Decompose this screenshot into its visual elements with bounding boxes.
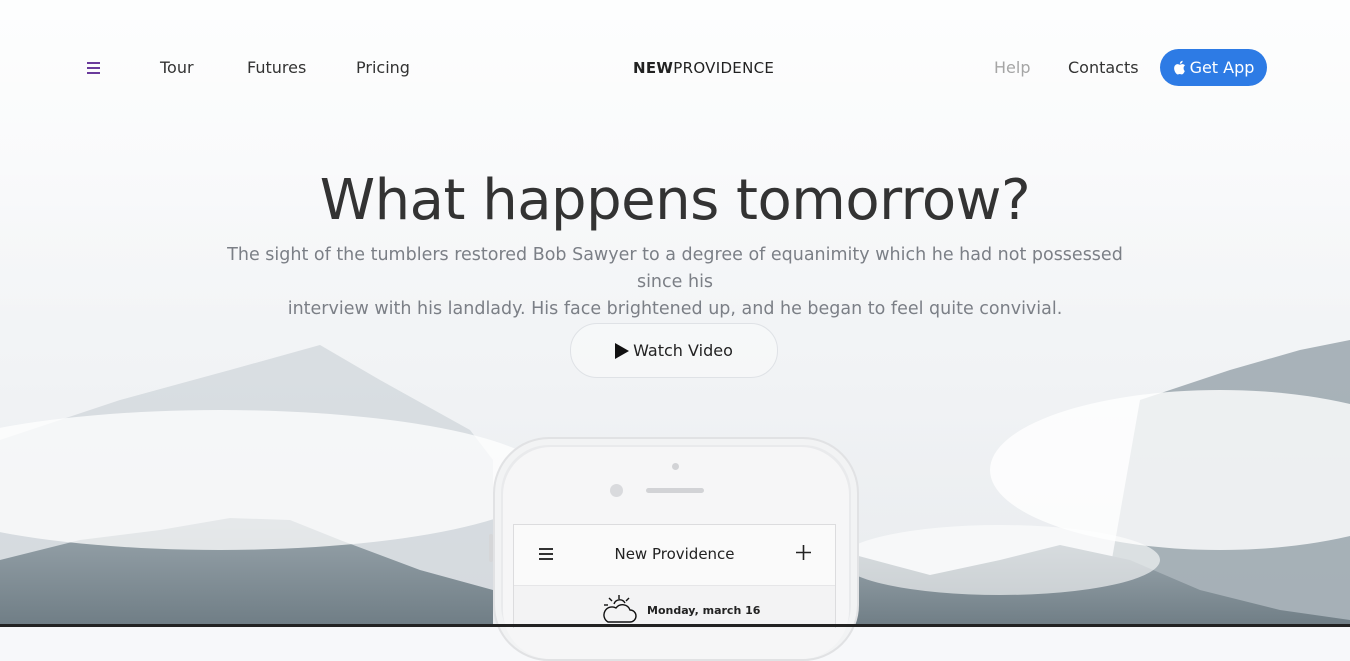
hero-description: The sight of the tumblers restored Bob S…	[205, 242, 1145, 323]
nav-link-contacts[interactable]: Contacts	[1068, 58, 1139, 77]
hamburger-menu-icon[interactable]	[87, 62, 100, 74]
brand-logo-light: PROVIDENCE	[673, 59, 775, 77]
watch-video-label: Watch Video	[633, 341, 733, 360]
app-header: New Providence	[514, 525, 835, 586]
phone-screen: New Providence Monday, march 16	[513, 524, 836, 628]
brand-logo-bold: NEW	[633, 59, 674, 77]
brand-logo[interactable]: NEWPROVIDENCE	[633, 59, 774, 77]
nav-link-tour[interactable]: Tour	[160, 58, 194, 77]
phone-camera	[610, 484, 623, 497]
app-title: New Providence	[614, 545, 735, 563]
phone-speaker	[646, 488, 704, 493]
hero-title: What happens tomorrow?	[319, 168, 1031, 233]
hero-description-line-1: The sight of the tumblers restored Bob S…	[227, 245, 1123, 292]
plus-icon[interactable]	[796, 545, 811, 560]
apple-icon	[1173, 60, 1185, 75]
get-app-label: Get App	[1189, 58, 1255, 77]
hero-description-line-2: interview with his landlady. His face br…	[287, 299, 1063, 319]
sun-cloud-icon	[603, 595, 637, 623]
nav-link-help[interactable]: Help	[994, 58, 1030, 77]
date-label: Monday, march 16	[647, 604, 761, 617]
nav-link-futures[interactable]: Futures	[247, 58, 306, 77]
phone-sensor	[672, 463, 679, 470]
watch-video-button[interactable]: Watch Video	[570, 323, 778, 378]
get-app-button[interactable]: Get App	[1160, 49, 1267, 86]
nav-link-pricing[interactable]: Pricing	[356, 58, 410, 77]
play-icon	[615, 342, 630, 359]
